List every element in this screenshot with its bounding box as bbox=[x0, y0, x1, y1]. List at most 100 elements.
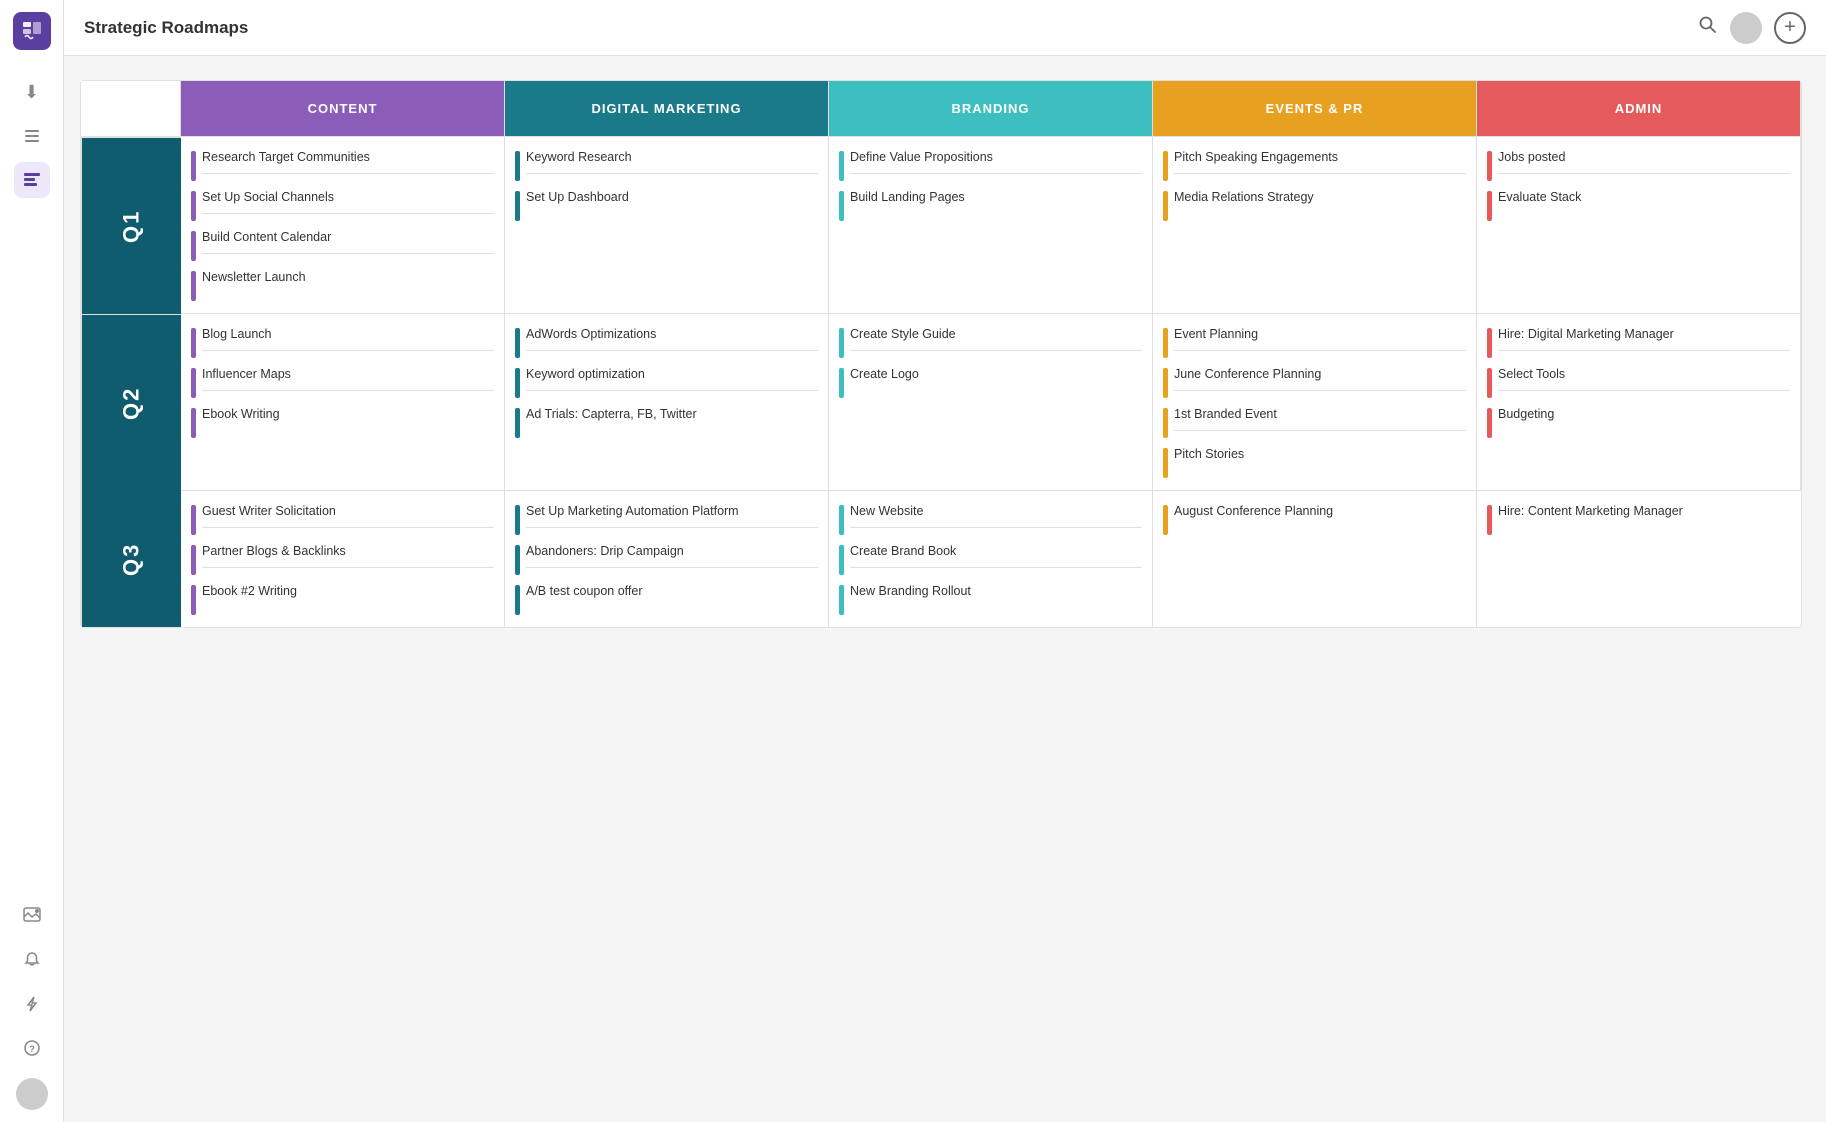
task-text: June Conference Planning bbox=[1174, 366, 1466, 391]
task-item[interactable]: Create Style Guide bbox=[839, 326, 1142, 358]
task-item[interactable]: Select Tools bbox=[1487, 366, 1790, 398]
task-item[interactable]: Newsletter Launch bbox=[191, 269, 494, 301]
add-image-icon[interactable] bbox=[14, 898, 50, 934]
task-item[interactable]: Research Target Communities bbox=[191, 149, 494, 181]
task-text: Keyword Research bbox=[526, 149, 818, 174]
task-item[interactable]: Media Relations Strategy bbox=[1163, 189, 1466, 221]
roadmap-icon[interactable] bbox=[14, 162, 50, 198]
task-item[interactable]: Guest Writer Solicitation bbox=[191, 503, 494, 535]
task-text: Event Planning bbox=[1174, 326, 1466, 351]
task-item[interactable]: August Conference Planning bbox=[1163, 503, 1466, 535]
q2-digital-cell: AdWords Optimizations Keyword optimizati… bbox=[505, 314, 829, 491]
q3-admin-cell: Hire: Content Marketing Manager bbox=[1477, 491, 1801, 627]
task-item[interactable]: Pitch Stories bbox=[1163, 446, 1466, 478]
header-empty-cell bbox=[81, 81, 181, 137]
task-bar bbox=[839, 505, 844, 535]
task-bar bbox=[1487, 408, 1492, 438]
task-text: August Conference Planning bbox=[1174, 503, 1466, 521]
task-bar bbox=[191, 505, 196, 535]
task-text: Abandoners: Drip Campaign bbox=[526, 543, 818, 568]
task-item[interactable]: Keyword optimization bbox=[515, 366, 818, 398]
task-item[interactable]: New Branding Rollout bbox=[839, 583, 1142, 615]
task-text: New Branding Rollout bbox=[850, 583, 1142, 601]
task-item[interactable]: Abandoners: Drip Campaign bbox=[515, 543, 818, 575]
task-text: Ebook #2 Writing bbox=[202, 583, 494, 601]
task-item[interactable]: Ebook Writing bbox=[191, 406, 494, 438]
task-item[interactable]: A/B test coupon offer bbox=[515, 583, 818, 615]
task-bar bbox=[191, 408, 196, 438]
task-item[interactable]: Ad Trials: Capterra, FB, Twitter bbox=[515, 406, 818, 438]
task-bar bbox=[1163, 368, 1168, 398]
header-actions: + bbox=[1698, 12, 1806, 44]
task-item[interactable]: Set Up Dashboard bbox=[515, 189, 818, 221]
sidebar-avatar[interactable] bbox=[16, 1078, 48, 1110]
q3-branding-cell: New Website Create Brand Book New Brandi… bbox=[829, 491, 1153, 627]
task-text: Build Landing Pages bbox=[850, 189, 1142, 207]
task-item[interactable]: AdWords Optimizations bbox=[515, 326, 818, 358]
task-text: Guest Writer Solicitation bbox=[202, 503, 494, 528]
task-item[interactable]: Define Value Propositions bbox=[839, 149, 1142, 181]
row-label-q1: Q1 bbox=[81, 137, 181, 314]
add-button[interactable]: + bbox=[1774, 12, 1806, 44]
task-bar bbox=[515, 191, 520, 221]
app-logo[interactable] bbox=[13, 12, 51, 50]
task-item[interactable]: Keyword Research bbox=[515, 149, 818, 181]
task-bar bbox=[191, 585, 196, 615]
task-text: Create Brand Book bbox=[850, 543, 1142, 568]
task-bar bbox=[1487, 151, 1492, 181]
task-bar bbox=[839, 368, 844, 398]
task-item[interactable]: Hire: Digital Marketing Manager bbox=[1487, 326, 1790, 358]
task-item[interactable]: New Website bbox=[839, 503, 1142, 535]
task-text: 1st Branded Event bbox=[1174, 406, 1466, 431]
task-item[interactable]: Influencer Maps bbox=[191, 366, 494, 398]
task-bar bbox=[839, 151, 844, 181]
task-item[interactable]: Set Up Marketing Automation Platform bbox=[515, 503, 818, 535]
task-bar bbox=[1163, 151, 1168, 181]
bell-icon[interactable] bbox=[14, 942, 50, 978]
task-bar bbox=[1487, 191, 1492, 221]
task-text: AdWords Optimizations bbox=[526, 326, 818, 351]
column-header-digital: DIGITAL MARKETING bbox=[505, 81, 829, 137]
task-bar bbox=[515, 368, 520, 398]
task-text: Jobs posted bbox=[1498, 149, 1790, 174]
column-header-content: CONTENT bbox=[181, 81, 505, 137]
q1-content-cell: Research Target Communities Set Up Socia… bbox=[181, 137, 505, 314]
task-item[interactable]: Create Logo bbox=[839, 366, 1142, 398]
task-item[interactable]: Event Planning bbox=[1163, 326, 1466, 358]
bolt-icon[interactable] bbox=[14, 986, 50, 1022]
task-item[interactable]: Jobs posted bbox=[1487, 149, 1790, 181]
user-avatar[interactable] bbox=[1730, 12, 1762, 44]
sidebar: ⬇ ? bbox=[0, 0, 64, 1122]
task-item[interactable]: Ebook #2 Writing bbox=[191, 583, 494, 615]
task-text: Define Value Propositions bbox=[850, 149, 1142, 174]
task-item[interactable]: Partner Blogs & Backlinks bbox=[191, 543, 494, 575]
task-item[interactable]: Build Landing Pages bbox=[839, 189, 1142, 221]
task-bar bbox=[1163, 328, 1168, 358]
task-bar bbox=[515, 151, 520, 181]
task-item[interactable]: Hire: Content Marketing Manager bbox=[1487, 503, 1791, 535]
task-item[interactable]: June Conference Planning bbox=[1163, 366, 1466, 398]
q2-content-cell: Blog Launch Influencer Maps Ebook Writin… bbox=[181, 314, 505, 491]
help-icon[interactable]: ? bbox=[14, 1030, 50, 1066]
task-item[interactable]: Pitch Speaking Engagements bbox=[1163, 149, 1466, 181]
task-item[interactable]: Evaluate Stack bbox=[1487, 189, 1790, 221]
task-item[interactable]: Set Up Social Channels bbox=[191, 189, 494, 221]
search-icon[interactable] bbox=[1698, 15, 1718, 40]
download-icon[interactable]: ⬇ bbox=[14, 74, 50, 110]
task-text: Research Target Communities bbox=[202, 149, 494, 174]
list-icon[interactable] bbox=[14, 118, 50, 154]
task-item[interactable]: Create Brand Book bbox=[839, 543, 1142, 575]
task-item[interactable]: Blog Launch bbox=[191, 326, 494, 358]
task-item[interactable]: Build Content Calendar bbox=[191, 229, 494, 261]
task-item[interactable]: 1st Branded Event bbox=[1163, 406, 1466, 438]
q1-digital-cell: Keyword Research Set Up Dashboard bbox=[505, 137, 829, 314]
task-text: Select Tools bbox=[1498, 366, 1790, 391]
task-text: Set Up Dashboard bbox=[526, 189, 818, 207]
task-item[interactable]: Budgeting bbox=[1487, 406, 1790, 438]
task-text: Pitch Speaking Engagements bbox=[1174, 149, 1466, 174]
task-bar bbox=[1163, 408, 1168, 438]
q3-content-cell: Guest Writer Solicitation Partner Blogs … bbox=[181, 491, 505, 627]
task-bar bbox=[1487, 328, 1492, 358]
task-text: Media Relations Strategy bbox=[1174, 189, 1466, 207]
q3-digital-cell: Set Up Marketing Automation Platform Aba… bbox=[505, 491, 829, 627]
